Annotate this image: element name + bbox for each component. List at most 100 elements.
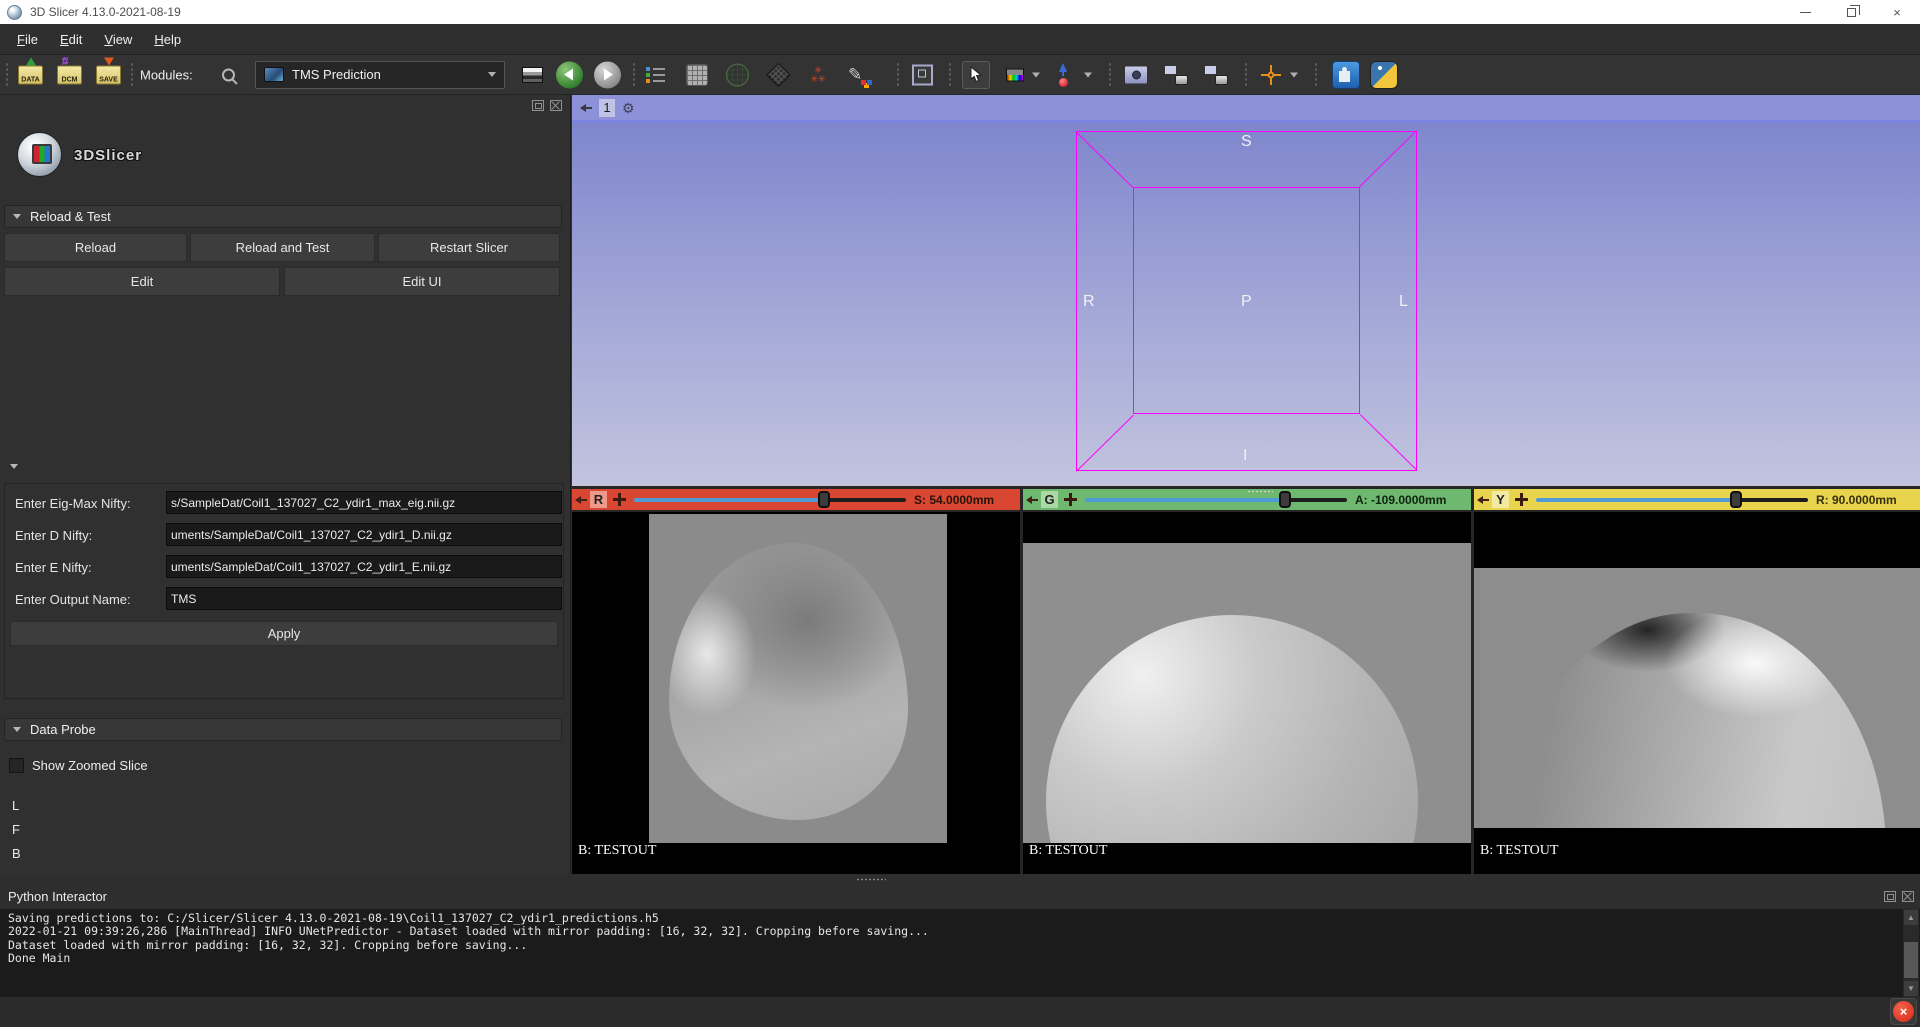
yellow-slice-letter[interactable]: Y: [1492, 491, 1509, 508]
close-console-button[interactable]: ×: [1890, 998, 1917, 1025]
slice-link-icon[interactable]: [1064, 493, 1077, 506]
restart-slicer-button[interactable]: Restart Slicer: [378, 233, 560, 262]
green-slice-letter[interactable]: G: [1041, 491, 1058, 508]
green-slice-slider[interactable]: [1085, 491, 1347, 508]
scrollbar-thumb[interactable]: [1904, 942, 1918, 978]
slider-handle[interactable]: [818, 491, 830, 508]
horizontal-splitter[interactable]: [0, 874, 1920, 886]
console-scrollbar[interactable]: ▲ ▼: [1903, 909, 1919, 997]
scroll-down-icon[interactable]: ▼: [1904, 981, 1918, 996]
view-3d-header-bar: 1 ⚙: [572, 95, 1920, 120]
toolbar-grip[interactable]: [948, 62, 953, 88]
window-level-dropdown-icon[interactable]: [1032, 72, 1040, 77]
load-dicom-icon[interactable]: ⇅DCM: [57, 65, 82, 84]
module-back-button[interactable]: [556, 61, 583, 88]
save-data-icon[interactable]: SAVE: [96, 65, 121, 84]
slider-handle[interactable]: [1279, 491, 1291, 508]
module-search-icon[interactable]: [222, 68, 235, 81]
yellow-slice-slider[interactable]: [1536, 491, 1808, 508]
scene-view-capture-icon[interactable]: [1164, 65, 1188, 85]
gear-icon[interactable]: ⚙: [622, 101, 635, 115]
red-slice-view[interactable]: B: TESTOUT: [572, 512, 1020, 874]
close-icon: ×: [1893, 1001, 1914, 1022]
restore-button[interactable]: [1828, 0, 1874, 24]
green-view-volume-label: B: TESTOUT: [1029, 843, 1107, 859]
hide-console-icon[interactable]: [1902, 891, 1914, 902]
menu-help[interactable]: Help: [143, 28, 192, 51]
python-interactor-header: Python Interactor: [0, 886, 1920, 909]
menu-edit[interactable]: Edit: [49, 28, 93, 51]
reload-test-section-header[interactable]: Reload & Test: [4, 205, 562, 228]
layout-capture-icon[interactable]: [912, 64, 933, 85]
volume-rendering-icon[interactable]: ✳✳✳: [806, 66, 830, 84]
transforms-module-icon[interactable]: [766, 62, 790, 86]
menu-view[interactable]: View: [93, 28, 143, 51]
crosshair-dropdown-icon[interactable]: [1290, 72, 1298, 77]
data-probe-section-header[interactable]: Data Probe: [4, 718, 562, 741]
python-console-output[interactable]: Saving predictions to: C:/Slicer/Slicer …: [0, 909, 1920, 997]
toolbar-grip[interactable]: [1314, 62, 1319, 88]
slicer-app-icon: [7, 5, 22, 20]
crosshair-icon[interactable]: [1260, 64, 1282, 86]
slider-handle[interactable]: [1730, 491, 1742, 508]
layout-selector-icon[interactable]: [522, 67, 543, 83]
red-slice-slider[interactable]: [634, 491, 906, 508]
pin-icon[interactable]: [580, 104, 592, 111]
brain-dome-shape: [1501, 613, 1886, 828]
undock-console-icon[interactable]: [1884, 891, 1896, 902]
module-history-icon[interactable]: [646, 65, 666, 85]
yellow-view-volume-label: B: TESTOUT: [1480, 843, 1558, 859]
red-slice-letter[interactable]: R: [590, 491, 607, 508]
pin-icon[interactable]: [1477, 496, 1489, 503]
markup-dropdown-icon[interactable]: [1084, 72, 1092, 77]
annotations-icon[interactable]: ✎: [848, 65, 862, 85]
slice-link-icon[interactable]: [613, 493, 626, 506]
extensions-manager-icon[interactable]: [1332, 61, 1360, 89]
scene-view-restore-icon[interactable]: [1204, 65, 1228, 85]
reload-button[interactable]: Reload: [4, 233, 187, 262]
output-name-input[interactable]: [166, 587, 562, 610]
d-nifty-input[interactable]: [166, 523, 562, 546]
reload-and-test-button[interactable]: Reload and Test: [190, 233, 375, 262]
cursor-arrow-icon: [970, 66, 983, 83]
toolbar-grip[interactable]: [130, 62, 135, 88]
data-module-icon[interactable]: [686, 64, 708, 86]
toolbar-grip[interactable]: [5, 62, 10, 88]
slice-link-icon[interactable]: [1515, 493, 1528, 506]
scroll-up-icon[interactable]: ▲: [1904, 910, 1918, 925]
edit-button[interactable]: Edit: [4, 267, 280, 296]
module-selector[interactable]: TMS Prediction: [255, 61, 505, 89]
green-slice-view[interactable]: B: TESTOUT: [1023, 512, 1471, 874]
module-forward-button[interactable]: [594, 61, 621, 88]
place-markup-icon[interactable]: [1056, 63, 1070, 87]
hide-panel-icon[interactable]: [550, 100, 562, 111]
orientation-label-inferior: I: [1243, 447, 1247, 465]
toolbar-grip[interactable]: [896, 62, 901, 88]
toolbar-grip[interactable]: [1244, 62, 1249, 88]
toolbar-grip[interactable]: [1108, 62, 1113, 88]
python-interactor-title: Python Interactor: [8, 889, 107, 904]
pin-icon[interactable]: [1026, 496, 1038, 503]
screenshot-icon[interactable]: [1124, 65, 1148, 84]
show-zoomed-slice-checkbox[interactable]: [9, 758, 24, 773]
splitter-handle-dots[interactable]: [856, 878, 886, 881]
load-data-icon[interactable]: DATA: [18, 65, 43, 84]
close-button[interactable]: ×: [1874, 0, 1920, 24]
minimize-button[interactable]: [1782, 0, 1828, 24]
edit-ui-button[interactable]: Edit UI: [284, 267, 560, 296]
title-bar: 3D Slicer 4.13.0-2021-08-19 ×: [0, 0, 1920, 24]
python-interactor-icon[interactable]: [1370, 61, 1398, 89]
collapsed-section-icon[interactable]: [10, 464, 18, 469]
eig-max-input[interactable]: [166, 491, 562, 514]
view-3d[interactable]: 1 ⚙ S R P L I: [572, 95, 1920, 486]
adjust-window-level-icon[interactable]: [1006, 68, 1024, 81]
mouse-interaction-button[interactable]: [962, 61, 990, 89]
menu-file[interactable]: File: [6, 28, 49, 51]
yellow-slice-view[interactable]: B: TESTOUT: [1474, 512, 1920, 874]
apply-button[interactable]: Apply: [10, 621, 558, 646]
pin-icon[interactable]: [575, 496, 587, 503]
e-nifty-input[interactable]: [166, 555, 562, 578]
undock-panel-icon[interactable]: [532, 100, 544, 111]
models-module-icon[interactable]: [726, 63, 749, 86]
toolbar-grip[interactable]: [632, 62, 637, 88]
